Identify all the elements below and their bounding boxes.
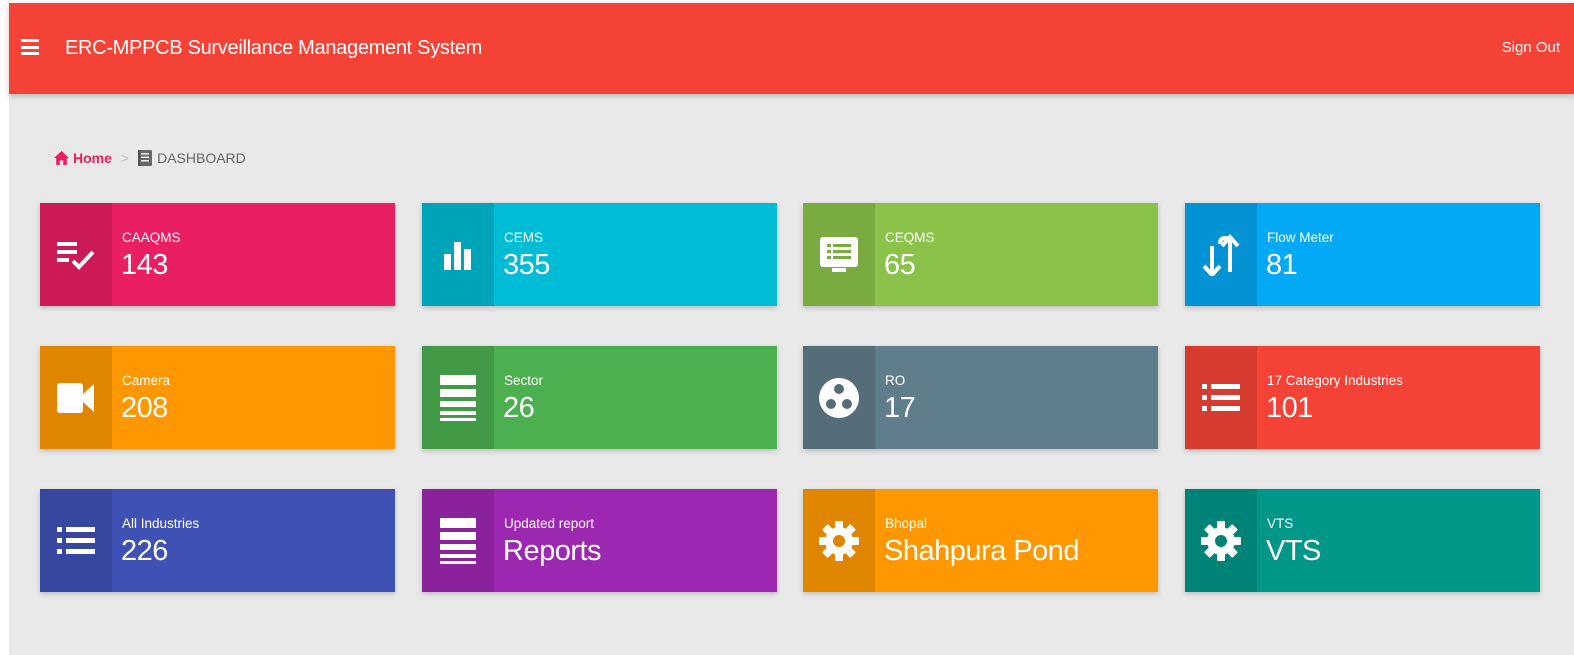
card-label: Flow Meter bbox=[1267, 230, 1334, 245]
card-vts[interactable]: VTS VTS bbox=[1185, 489, 1540, 592]
breadcrumb: Home > DASHBOARD bbox=[54, 150, 246, 166]
card-ro[interactable]: RO 17 bbox=[803, 346, 1158, 449]
card-value: 101 bbox=[1266, 392, 1313, 424]
card-label: CAAQMS bbox=[122, 230, 181, 245]
monitor-icon bbox=[803, 203, 875, 306]
breadcrumb-home[interactable]: Home bbox=[54, 150, 112, 166]
swap-vertical-icon bbox=[1185, 203, 1257, 306]
card-label: 17 Category Industries bbox=[1267, 373, 1403, 388]
card-value: 26 bbox=[503, 392, 535, 424]
home-icon bbox=[54, 151, 69, 165]
card-label: All Industries bbox=[122, 516, 200, 531]
card-cems[interactable]: CEMS 355 bbox=[422, 203, 777, 306]
card-label: RO bbox=[885, 373, 906, 388]
lines-icon bbox=[422, 346, 494, 449]
card-label: Sector bbox=[504, 373, 544, 388]
card-updated-report[interactable]: Updated report Reports bbox=[422, 489, 777, 592]
card-caaqms[interactable]: CAAQMS 143 bbox=[40, 203, 395, 306]
card-value: VTS bbox=[1266, 535, 1321, 567]
card-label: VTS bbox=[1267, 516, 1294, 531]
top-navbar: ERC-MPPCB Surveillance Management System… bbox=[9, 3, 1574, 94]
gear-icon bbox=[1185, 489, 1257, 592]
card-17-category-industries[interactable]: 17 Category Industries 101 bbox=[1185, 346, 1540, 449]
card-value: Shahpura Pond bbox=[884, 535, 1080, 567]
card-label: Updated report bbox=[504, 516, 595, 531]
card-label: CEQMS bbox=[885, 230, 935, 245]
breadcrumb-current-label: DASHBOARD bbox=[157, 150, 246, 166]
card-camera[interactable]: Camera 208 bbox=[40, 346, 395, 449]
gear-icon bbox=[803, 489, 875, 592]
checklist-icon bbox=[40, 203, 112, 306]
page-frame: ERC-MPPCB Surveillance Management System… bbox=[9, 3, 1574, 655]
card-value: 208 bbox=[121, 392, 168, 424]
card-value: 81 bbox=[1266, 249, 1298, 281]
list-icon bbox=[40, 489, 112, 592]
card-value: Reports bbox=[503, 535, 602, 567]
card-all-industries[interactable]: All Industries 226 bbox=[40, 489, 395, 592]
lines-icon bbox=[422, 489, 494, 592]
card-label: Bhopal bbox=[885, 516, 928, 531]
card-value: 17 bbox=[884, 392, 916, 424]
card-value: 143 bbox=[121, 249, 168, 281]
card-ceqms[interactable]: CEQMS 65 bbox=[803, 203, 1158, 306]
card-value: 65 bbox=[884, 249, 916, 281]
card-label: Camera bbox=[122, 373, 171, 388]
list-icon bbox=[1185, 346, 1257, 449]
card-label: CEMS bbox=[504, 230, 544, 245]
sign-out-link[interactable]: Sign Out bbox=[1502, 39, 1560, 56]
app-title: ERC-MPPCB Surveillance Management System bbox=[65, 37, 483, 59]
breadcrumb-current: DASHBOARD bbox=[138, 150, 246, 166]
bar-chart-icon bbox=[422, 203, 494, 306]
breadcrumb-home-label: Home bbox=[73, 150, 112, 166]
card-sector[interactable]: Sector 26 bbox=[422, 346, 777, 449]
video-camera-icon bbox=[40, 346, 112, 449]
book-icon bbox=[138, 150, 153, 166]
ro-circle-icon bbox=[803, 346, 875, 449]
card-value: 355 bbox=[503, 249, 550, 281]
card-value: 226 bbox=[121, 535, 168, 567]
hamburger-menu-icon[interactable] bbox=[21, 39, 39, 55]
breadcrumb-separator: > bbox=[120, 150, 130, 166]
card-bhopal[interactable]: Bhopal Shahpura Pond bbox=[803, 489, 1158, 592]
card-flow-meter[interactable]: Flow Meter 81 bbox=[1185, 203, 1540, 306]
